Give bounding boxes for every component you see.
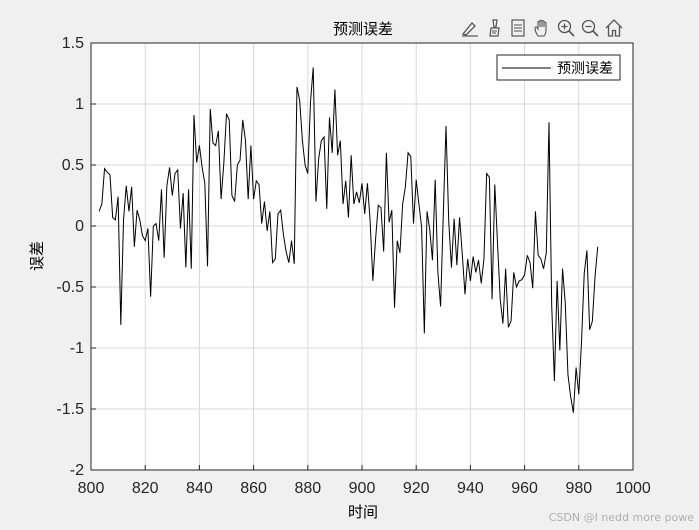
legend[interactable]: 预测误差 [496, 54, 621, 81]
x-tick-label: 1000 [615, 480, 651, 497]
pan-icon[interactable] [530, 17, 553, 40]
x-tick-label: 860 [240, 480, 267, 497]
x-tick-label: 920 [403, 480, 430, 497]
x-tick-label: 980 [565, 480, 592, 497]
figure-canvas: 800 820 840 860 880 900 920 940 960 980 1000 1.5 1 0… [0, 0, 699, 530]
x-tick-label: 940 [457, 480, 484, 497]
y-axis-label: 误差 [28, 241, 46, 271]
axes-toolbar [458, 16, 625, 40]
zoom-out-icon[interactable] [578, 17, 601, 40]
y-tick-label: 1 [75, 96, 84, 113]
home-icon[interactable] [602, 17, 625, 40]
y-tick-label: 0.5 [62, 157, 84, 174]
legend-label: 预测误差 [557, 61, 613, 77]
y-tick-label: -2 [70, 462, 84, 479]
x-tick-label: 960 [511, 480, 538, 497]
x-axis-label: 时间 [348, 503, 378, 521]
y-tick-label: -0.5 [56, 279, 84, 296]
y-tick-label: -1 [70, 340, 84, 357]
datatip-icon[interactable] [506, 17, 529, 40]
y-tick-label: 1.5 [62, 35, 84, 52]
y-tick-label: 0 [75, 218, 84, 235]
x-tick-label: 820 [132, 480, 159, 497]
x-tick-label: 840 [186, 480, 213, 497]
y-tick-label: -1.5 [56, 401, 84, 418]
zoom-in-icon[interactable] [554, 17, 577, 40]
x-tick-label: 900 [349, 480, 376, 497]
watermark-text: CSDN @I nedd more powe [548, 511, 694, 524]
brush-icon[interactable] [482, 17, 505, 40]
x-tick-label: 880 [294, 480, 321, 497]
x-tick-label: 800 [78, 480, 105, 497]
chart-title: 预测误差 [333, 20, 393, 38]
annotate-icon[interactable] [458, 17, 481, 40]
